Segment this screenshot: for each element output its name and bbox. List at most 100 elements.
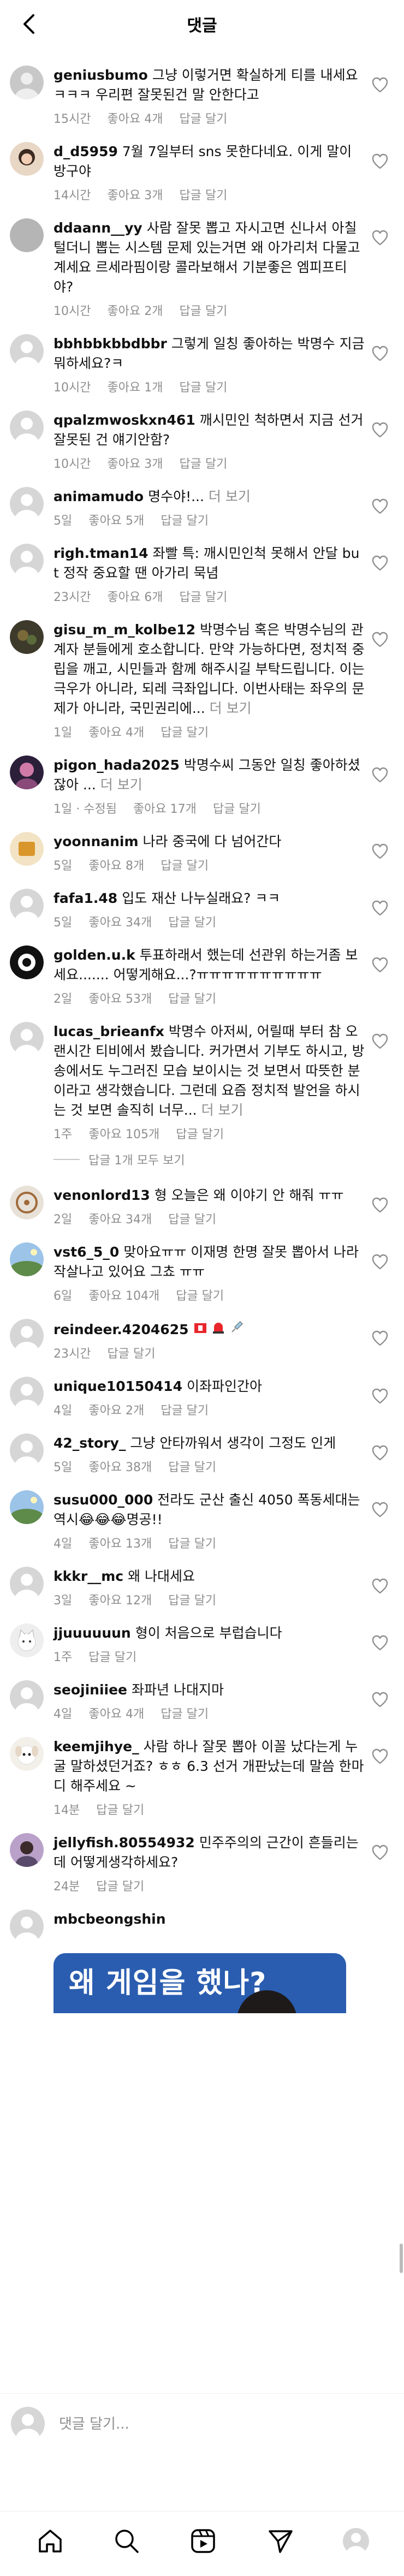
avatar[interactable] <box>10 620 44 654</box>
like-heart-icon[interactable] <box>371 1033 389 1050</box>
reply-button[interactable]: 답글 달기 <box>179 186 227 203</box>
like-count[interactable]: 좋아요 8개 <box>88 856 144 873</box>
like-heart-icon[interactable] <box>371 956 389 974</box>
avatar[interactable] <box>10 832 44 866</box>
username[interactable]: d_d5959 <box>54 144 118 159</box>
send-icon[interactable] <box>264 2525 297 2557</box>
username[interactable]: lucas_brieanfx <box>54 1024 164 1039</box>
username[interactable]: reindeer.4204625 <box>54 1322 189 1337</box>
username[interactable]: unique10150414 <box>54 1378 182 1394</box>
username[interactable]: golden.u.k <box>54 947 135 963</box>
reply-button[interactable]: 답글 달기 <box>96 1877 144 1894</box>
avatar[interactable] <box>10 1909 44 1943</box>
like-heart-icon[interactable] <box>371 1253 389 1271</box>
username[interactable]: jjuuuuuun <box>54 1625 131 1641</box>
avatar[interactable] <box>10 411 44 444</box>
avatar[interactable] <box>10 1242 44 1276</box>
avatar[interactable] <box>10 1490 44 1524</box>
like-heart-icon[interactable] <box>371 229 389 247</box>
avatar[interactable] <box>10 1567 44 1601</box>
avatar[interactable] <box>10 1433 44 1467</box>
like-count[interactable]: 좋아요 53개 <box>88 989 152 1007</box>
like-count[interactable]: 좋아요 105개 <box>88 1125 159 1142</box>
username[interactable]: ddaann__yy <box>54 220 142 236</box>
like-heart-icon[interactable] <box>371 1844 389 1861</box>
avatar[interactable] <box>10 1319 44 1353</box>
reply-button[interactable]: 답글 달기 <box>168 1210 216 1227</box>
avatar[interactable] <box>10 1623 44 1657</box>
like-heart-icon[interactable] <box>371 1748 389 1765</box>
like-count[interactable]: 좋아요 3개 <box>107 186 163 203</box>
username[interactable]: gisu_m_m_kolbe12 <box>54 622 195 638</box>
username[interactable]: seojiniiee <box>54 1682 127 1698</box>
username[interactable]: pigon_hada2025 <box>54 757 180 773</box>
like-count[interactable]: 좋아요 34개 <box>88 1210 152 1227</box>
reply-button[interactable]: 답글 달기 <box>161 723 209 740</box>
comment-input[interactable] <box>59 2413 365 2435</box>
reply-button[interactable]: 답글 달기 <box>176 1125 224 1142</box>
see-more-link[interactable]: 더 보기 <box>100 777 142 793</box>
avatar[interactable] <box>10 218 44 252</box>
see-more-link[interactable]: 더 보기 <box>210 700 252 716</box>
avatar[interactable] <box>10 334 44 368</box>
avatar[interactable] <box>10 1022 44 1056</box>
reply-button[interactable]: 답글 달기 <box>179 109 227 127</box>
like-heart-icon[interactable] <box>371 1691 389 1709</box>
like-heart-icon[interactable] <box>371 1388 389 1405</box>
like-heart-icon[interactable] <box>371 900 389 917</box>
like-count[interactable]: 좋아요 2개 <box>88 1401 144 1418</box>
like-count[interactable]: 좋아요 4개 <box>88 723 144 740</box>
username[interactable]: fafa1.48 <box>54 890 117 906</box>
username[interactable]: qpalzmwoskxn461 <box>54 412 195 428</box>
reply-button[interactable]: 답글 달기 <box>168 913 216 930</box>
avatar[interactable] <box>10 1737 44 1771</box>
avatar[interactable] <box>10 889 44 923</box>
reply-button[interactable]: 답글 달기 <box>161 1401 209 1418</box>
username[interactable]: venonlord13 <box>54 1187 150 1203</box>
like-count[interactable]: 좋아요 4개 <box>88 1704 144 1722</box>
scrollbar[interactable] <box>400 2244 403 2273</box>
username[interactable]: 42_story_ <box>54 1435 126 1451</box>
avatar[interactable] <box>10 1833 44 1867</box>
reply-button[interactable]: 답글 달기 <box>168 1591 216 1608</box>
like-count[interactable]: 좋아요 5개 <box>88 511 144 528</box>
reply-button[interactable]: 답글 달기 <box>179 587 227 605</box>
username[interactable]: kkkr__mc <box>54 1568 123 1584</box>
shared-post-card[interactable]: 왜 게임을 했나? <box>54 1953 346 2013</box>
avatar[interactable] <box>10 1377 44 1411</box>
like-heart-icon[interactable] <box>371 631 389 649</box>
username[interactable]: bbhbbkbbdbbr <box>54 336 167 352</box>
reply-button[interactable]: 답글 달기 <box>179 454 227 472</box>
avatar[interactable] <box>10 487 44 521</box>
username[interactable]: vst6_5_0 <box>54 1244 119 1260</box>
avatar[interactable] <box>10 1680 44 1714</box>
like-heart-icon[interactable] <box>371 76 389 94</box>
like-count[interactable]: 좋아요 4개 <box>107 109 163 127</box>
reels-icon[interactable] <box>187 2525 219 2557</box>
username[interactable]: yoonnanim <box>54 834 139 849</box>
see-more-link[interactable]: 더 보기 <box>209 489 251 504</box>
like-heart-icon[interactable] <box>371 555 389 572</box>
reply-button[interactable]: 답글 달기 <box>213 799 261 817</box>
like-heart-icon[interactable] <box>371 498 389 515</box>
like-count[interactable]: 좋아요 34개 <box>88 913 152 930</box>
avatar[interactable] <box>10 142 44 176</box>
like-heart-icon[interactable] <box>371 421 389 439</box>
like-heart-icon[interactable] <box>371 766 389 784</box>
see-more-link[interactable]: 더 보기 <box>201 1102 243 1118</box>
like-count[interactable]: 좋아요 38개 <box>88 1457 152 1475</box>
like-count[interactable]: 좋아요 2개 <box>107 301 163 319</box>
avatar[interactable] <box>10 755 44 789</box>
avatar[interactable] <box>10 544 44 578</box>
avatar[interactable] <box>10 66 44 99</box>
reply-button[interactable]: 답글 달기 <box>88 1647 136 1665</box>
username[interactable]: righ.tman14 <box>54 545 148 561</box>
like-count[interactable]: 좋아요 104개 <box>88 1286 159 1304</box>
username[interactable]: animamudo <box>54 489 144 504</box>
like-heart-icon[interactable] <box>371 1501 389 1519</box>
like-heart-icon[interactable] <box>371 1444 389 1462</box>
reply-button[interactable]: 답글 달기 <box>168 1534 216 1551</box>
like-heart-icon[interactable] <box>371 1330 389 1347</box>
profile-icon[interactable] <box>340 2525 372 2557</box>
username[interactable]: susu000_000 <box>54 1492 153 1508</box>
